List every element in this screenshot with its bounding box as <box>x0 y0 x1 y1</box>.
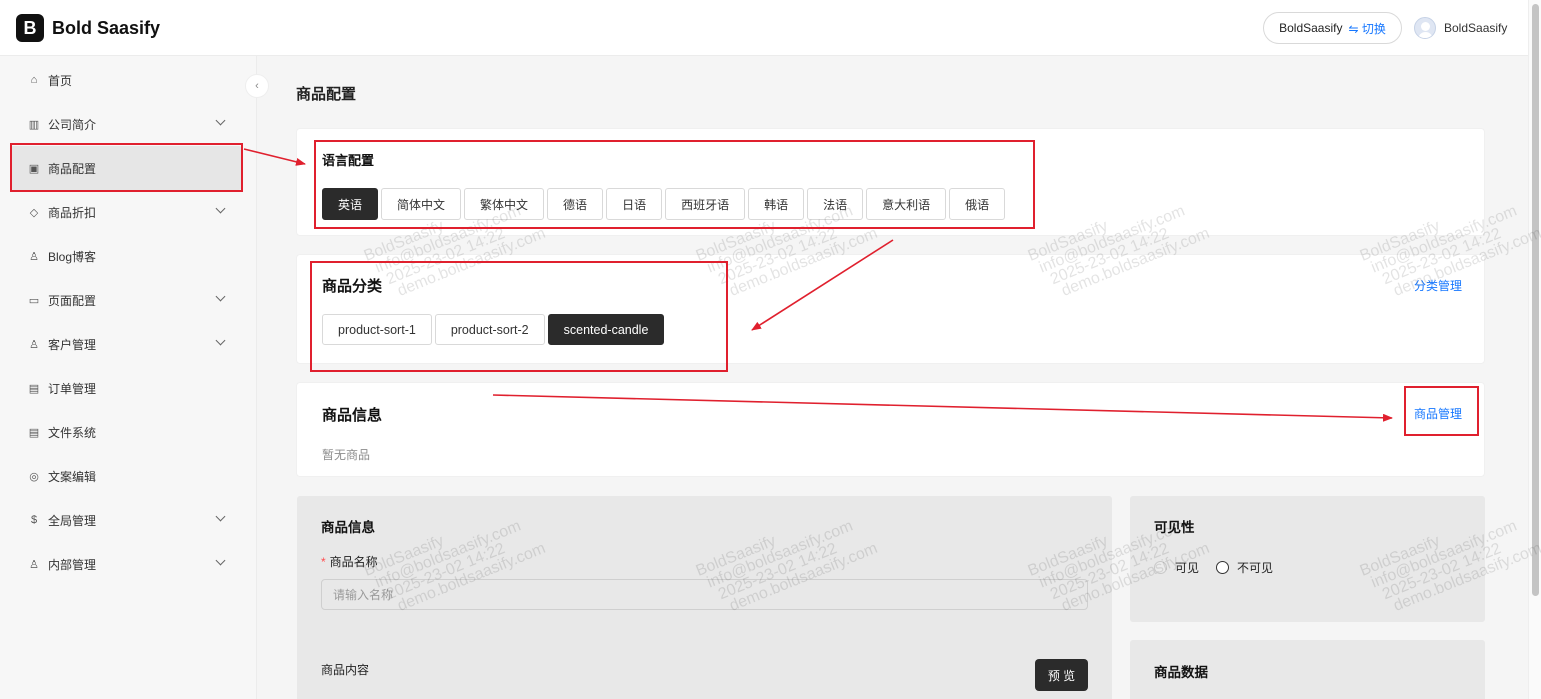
page-scrollbar[interactable] <box>1528 0 1541 699</box>
sidebar-item-0[interactable]: ⌂ 首页 <box>10 58 242 102</box>
app-name: Bold Saasify <box>52 17 161 38</box>
top-header: B Bold Saasify BoldSaasify ⇋ 切换 BoldSaas… <box>0 0 1528 56</box>
page-title: 商品配置 <box>296 86 357 103</box>
product-name-label: * 商品名称 <box>321 553 378 570</box>
sidebar-item-label: 公司简介 <box>48 117 97 132</box>
sidebar-item-6[interactable]: ♙ 客户管理 <box>10 322 242 366</box>
sidebar-item-8[interactable]: ▤ 文件系统 <box>10 410 242 454</box>
building-icon: ▥ <box>28 118 40 131</box>
sidebar-item-label: 内部管理 <box>48 557 97 572</box>
collapse-sidebar-button[interactable]: ‹ <box>245 74 269 98</box>
sidebar-item-label: 首页 <box>48 73 73 88</box>
annotation-box-product-manage <box>1404 386 1479 436</box>
invisible-radio[interactable]: 不可见 <box>1216 559 1273 576</box>
sidebar-item-4[interactable]: ♙ Blog博客 <box>10 234 242 278</box>
tag-icon: ◇ <box>29 206 39 219</box>
user-name: BoldSaasify <box>1444 21 1508 35</box>
sidebar-item-5[interactable]: ▭ 页面配置 <box>10 278 242 322</box>
chevron-down-icon <box>215 115 226 126</box>
empty-products-text: 暂无商品 <box>322 448 371 462</box>
dollar-icon: $ <box>30 514 38 526</box>
chevron-down-icon <box>215 555 226 566</box>
order-icon: ▤ <box>28 382 40 395</box>
user-menu[interactable]: BoldSaasify <box>1414 17 1507 39</box>
annotation-box-category <box>310 261 728 372</box>
category-manage-link[interactable]: 分类管理 <box>1414 277 1462 294</box>
chevron-down-icon <box>215 511 226 522</box>
monitor-icon: ▭ <box>28 294 40 307</box>
customers-icon: ♙ <box>29 338 39 351</box>
product-name-label-text: 商品名称 <box>329 555 378 569</box>
preview-button[interactable]: 预 览 <box>1035 659 1088 691</box>
product-info-title: 商品信息 <box>322 407 383 424</box>
annotation-box-sidebar <box>10 143 243 192</box>
switch-tenant-label: ⇋ 切换 <box>1348 21 1386 36</box>
globe-icon: ◎ <box>29 470 39 483</box>
sidebar-item-label: Blog博客 <box>48 249 97 264</box>
chevron-down-icon <box>215 291 226 302</box>
file-icon: ▤ <box>28 426 40 439</box>
sidebar-item-3[interactable]: ◇ 商品折扣 <box>10 190 242 234</box>
invisible-radio-label: 不可见 <box>1237 561 1274 575</box>
scrollbar-thumb[interactable] <box>1532 4 1539 596</box>
chevron-left-icon: ‹ <box>255 80 259 92</box>
tenant-name: BoldSaasify <box>1279 21 1343 35</box>
required-mark: * <box>321 555 326 569</box>
sidebar-item-label: 文件系统 <box>48 425 97 440</box>
radio-visible-circle <box>1154 561 1167 574</box>
avatar <box>1414 17 1436 39</box>
sidebar-item-label: 商品折扣 <box>48 205 97 220</box>
product-info-card: 商品信息 商品管理 暂无商品 <box>296 382 1485 477</box>
logo-mark-icon: B <box>16 14 44 42</box>
sidebar-item-label: 文案编辑 <box>48 469 97 484</box>
sidebar-item-1[interactable]: ▥ 公司简介 <box>10 102 242 146</box>
sidebar-item-label: 订单管理 <box>48 381 97 396</box>
sidebar-item-label: 客户管理 <box>48 337 97 352</box>
product-data-title: 商品数据 <box>1154 665 1208 680</box>
sidebar-item-9[interactable]: ◎ 文案编辑 <box>10 454 242 498</box>
annotation-box-language <box>314 140 1035 229</box>
visible-radio[interactable]: 可见 <box>1154 559 1199 576</box>
radio-invisible-circle <box>1216 561 1229 574</box>
users-icon: ♙ <box>29 250 39 263</box>
app-logo[interactable]: B Bold Saasify <box>16 14 160 42</box>
tenant-switcher[interactable]: BoldSaasify ⇋ 切换 <box>1263 12 1402 44</box>
product-form-title: 商品信息 <box>321 520 375 535</box>
sidebar-item-11[interactable]: ♙ 内部管理 <box>10 542 242 586</box>
home-icon: ⌂ <box>30 74 38 86</box>
chevron-down-icon <box>215 203 226 214</box>
sidebar-item-label: 页面配置 <box>48 293 97 308</box>
product-content-label: 商品内容 <box>321 663 370 677</box>
sidebar-item-10[interactable]: $ 全局管理 <box>10 498 242 542</box>
visibility-title: 可见性 <box>1154 520 1195 535</box>
visible-radio-label: 可见 <box>1175 561 1200 575</box>
product-name-input[interactable] <box>321 579 1088 610</box>
user-icon: ♙ <box>29 558 39 571</box>
chevron-down-icon <box>215 335 226 346</box>
sidebar-item-label: 全局管理 <box>48 513 97 528</box>
sidebar-item-7[interactable]: ▤ 订单管理 <box>10 366 242 410</box>
